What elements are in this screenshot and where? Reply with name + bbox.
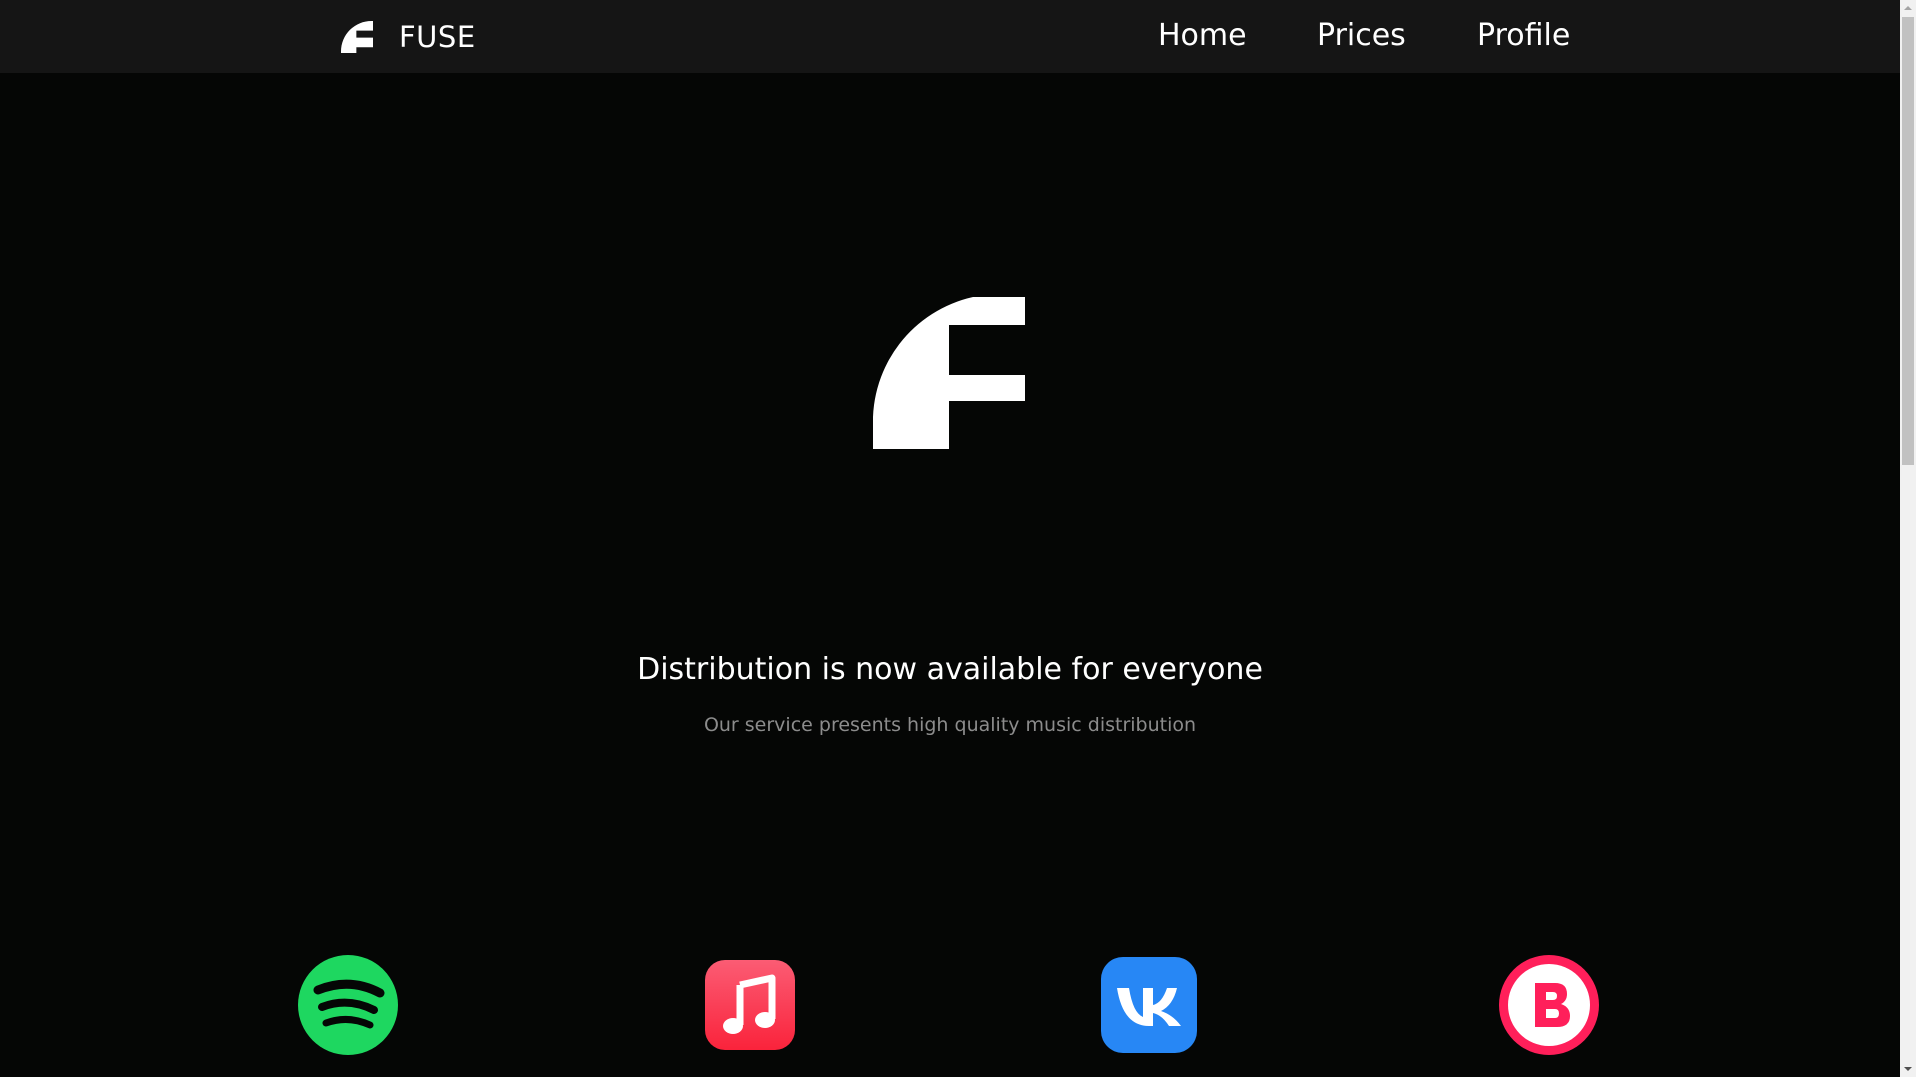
scroll-down-arrow-icon[interactable] xyxy=(1900,1061,1916,1077)
fuse-logo-icon xyxy=(873,297,1025,449)
nav-prices[interactable]: Prices xyxy=(1317,16,1406,56)
nav-profile[interactable]: Profile xyxy=(1477,16,1570,56)
vk-icon[interactable] xyxy=(1099,955,1199,1055)
nav-home[interactable]: Home xyxy=(1158,16,1247,56)
hero-headline: Distribution is now available for everyo… xyxy=(637,652,1263,687)
main-nav: Home Prices Profile xyxy=(0,16,1900,56)
top-navbar: FUSE Home Prices Profile xyxy=(0,0,1900,73)
vertical-scrollbar[interactable] xyxy=(1900,0,1916,1077)
boom-icon[interactable] xyxy=(1499,955,1599,1055)
scroll-up-arrow-icon[interactable] xyxy=(1900,0,1916,16)
page: FUSE Home Prices Profile Distribution is… xyxy=(0,0,1900,1077)
scrollbar-thumb[interactable] xyxy=(1902,17,1914,465)
apple-music-icon[interactable] xyxy=(700,955,800,1055)
hero-subheadline: Our service presents high quality music … xyxy=(703,714,1197,736)
spotify-icon[interactable] xyxy=(298,955,398,1055)
